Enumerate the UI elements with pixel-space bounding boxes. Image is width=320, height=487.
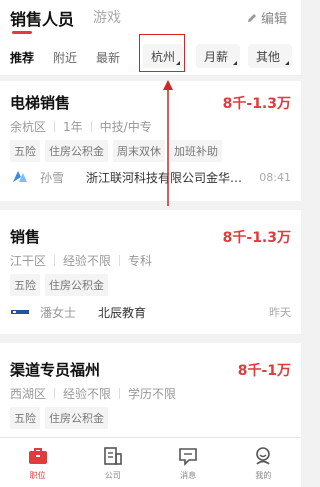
recruiter-row: 孙雪 浙江联河科技有限公司金华… 08:41: [10, 167, 291, 187]
filter-tab-nearby[interactable]: 附近: [53, 49, 77, 66]
job-salary: 8千-1.3万: [222, 230, 291, 246]
nav-messages[interactable]: 消息: [151, 438, 226, 487]
job-card[interactable]: 销售 8千-1.3万 江干区 经验不限 专科 五险 住房公积金 潘女士 北辰教育…: [0, 210, 301, 334]
nav-label: 职位: [29, 470, 46, 480]
job-card[interactable]: 渠道专员福州 8千-1万 西湖区 经验不限 学历不限 五险 住房公积金: [0, 343, 301, 437]
job-experience: 经验不限: [63, 387, 112, 401]
message-icon: [179, 447, 197, 466]
filter-salary-dropdown[interactable]: 月薪: [196, 44, 240, 68]
job-district: 江干区: [10, 254, 47, 268]
job-tags: 五险 住房公积金 周末双休 加班补助: [10, 140, 222, 162]
filter-tab-recommend[interactable]: 推荐: [10, 49, 34, 66]
nav-company[interactable]: 公司: [75, 438, 150, 487]
job-district: 西湖区: [10, 387, 47, 401]
job-tag: 周末双休: [113, 140, 165, 162]
edit-button[interactable]: 编辑: [246, 8, 287, 27]
job-tag: 五险: [10, 274, 40, 296]
bottom-nav: 职位 公司 消息 我的: [0, 437, 301, 487]
nav-jobs[interactable]: 职位: [0, 438, 75, 487]
filter-tab-latest[interactable]: 最新: [96, 49, 120, 66]
nav-label: 消息: [180, 470, 197, 480]
filter-other-dropdown[interactable]: 其他: [248, 44, 292, 68]
job-title: 渠道专员福州: [10, 361, 101, 379]
recruiter-name: 潘女士: [40, 305, 77, 320]
profile-icon: [256, 446, 271, 465]
job-tag: 住房公积金: [45, 274, 108, 296]
job-tag: 住房公积金: [45, 407, 108, 429]
job-tag: 五险: [10, 407, 40, 429]
company-icon: [104, 446, 122, 465]
job-meta: 江干区 经验不限 专科: [10, 252, 152, 269]
job-tag: 五险: [10, 140, 40, 162]
nav-label: 我的: [255, 470, 272, 480]
job-education: 学历不限: [128, 387, 177, 401]
filter-salary-label: 月薪: [204, 49, 229, 64]
job-title: 销售: [10, 228, 41, 246]
job-tags: 五险 住房公积金: [10, 407, 108, 429]
company-logo: [10, 167, 30, 187]
pencil-icon: [247, 13, 256, 22]
job-education: 专科: [128, 254, 153, 268]
job-experience: 1年: [63, 120, 83, 134]
job-experience: 经验不限: [63, 254, 112, 268]
job-tag: 住房公积金: [45, 140, 108, 162]
job-title: 电梯销售: [10, 94, 71, 112]
top-bar: 销售人员 游戏 编辑: [0, 0, 301, 36]
job-tag: 加班补助: [170, 140, 222, 162]
tab-sales[interactable]: 销售人员: [10, 6, 74, 30]
job-salary: 8千-1.3万: [222, 96, 291, 112]
filter-other-label: 其他: [256, 49, 281, 64]
dropdown-triangle-icon: [285, 61, 289, 65]
dropdown-triangle-icon: [233, 61, 237, 65]
job-tags: 五险 住房公积金: [10, 274, 108, 296]
company-logo: [10, 302, 30, 322]
job-district: 余杭区: [10, 120, 47, 134]
job-meta: 余杭区 1年 中技/中专: [10, 118, 152, 135]
job-meta: 西湖区 经验不限 学历不限: [10, 385, 176, 402]
annotation-arrow: [163, 80, 173, 206]
company-name: 北辰教育: [98, 305, 147, 320]
briefcase-icon: [28, 447, 47, 464]
job-card[interactable]: 电梯销售 8千-1.3万 余杭区 1年 中技/中专 五险 住房公积金 周末双休 …: [0, 81, 301, 201]
nav-profile[interactable]: 我的: [226, 438, 301, 487]
job-salary: 8千-1万: [237, 363, 291, 379]
edit-label: 编辑: [260, 12, 287, 27]
tab-underline: [12, 31, 32, 34]
nav-label: 公司: [104, 470, 121, 480]
tab-games[interactable]: 游戏: [93, 7, 121, 27]
recruiter-name: 孙雪: [40, 170, 65, 185]
post-time: 08:41: [259, 170, 291, 184]
post-time: 昨天: [269, 306, 291, 319]
recruiter-row: 潘女士 北辰教育 昨天: [10, 302, 291, 322]
job-education: 中技/中专: [99, 120, 152, 134]
annotation-highlight-box: [139, 34, 185, 72]
